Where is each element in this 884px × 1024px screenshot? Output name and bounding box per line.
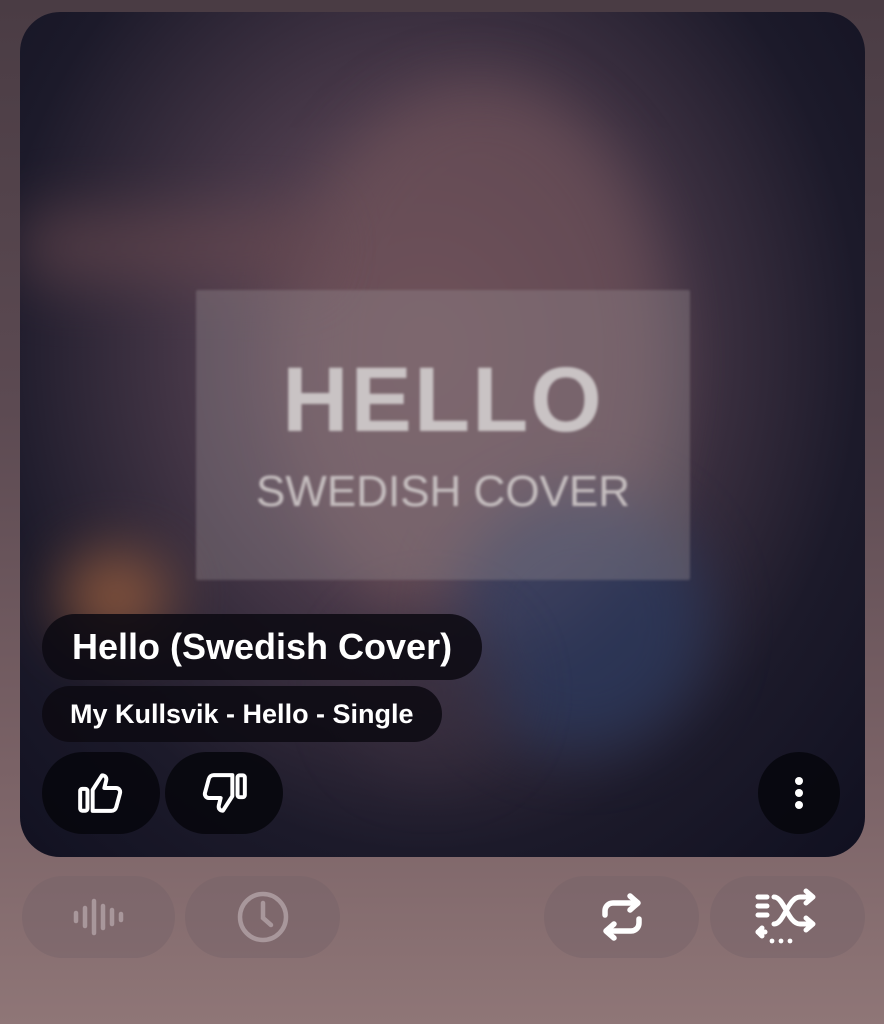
dislike-button[interactable] [165,752,283,834]
sleep-timer-button[interactable] [185,876,340,958]
repeat-button[interactable] [544,876,699,958]
song-title[interactable]: Hello (Swedish Cover) [42,614,483,680]
clock-icon [237,891,288,943]
like-button[interactable] [42,752,160,834]
more-vertical-icon [795,777,803,809]
shuffle-icon [755,888,815,944]
audio-wave-button[interactable] [22,876,175,958]
shuffle-button[interactable] [710,876,865,958]
now-playing-card: HELLO SWEDISH COVER Hello (Swedish Cover… [20,12,865,857]
repeat-icon [601,893,642,941]
artwork-title-text: HELLO [282,349,604,451]
more-options-button[interactable] [758,752,840,834]
audio-wave-icon [73,898,123,936]
song-subtitle[interactable]: My Kullsvik - Hello - Single [42,686,442,742]
thumbs-down-icon [202,773,247,813]
artwork-subtitle-text: SWEDISH COVER [255,467,631,516]
thumbs-up-icon [78,773,123,813]
artwork-blur-shape [20,212,320,282]
